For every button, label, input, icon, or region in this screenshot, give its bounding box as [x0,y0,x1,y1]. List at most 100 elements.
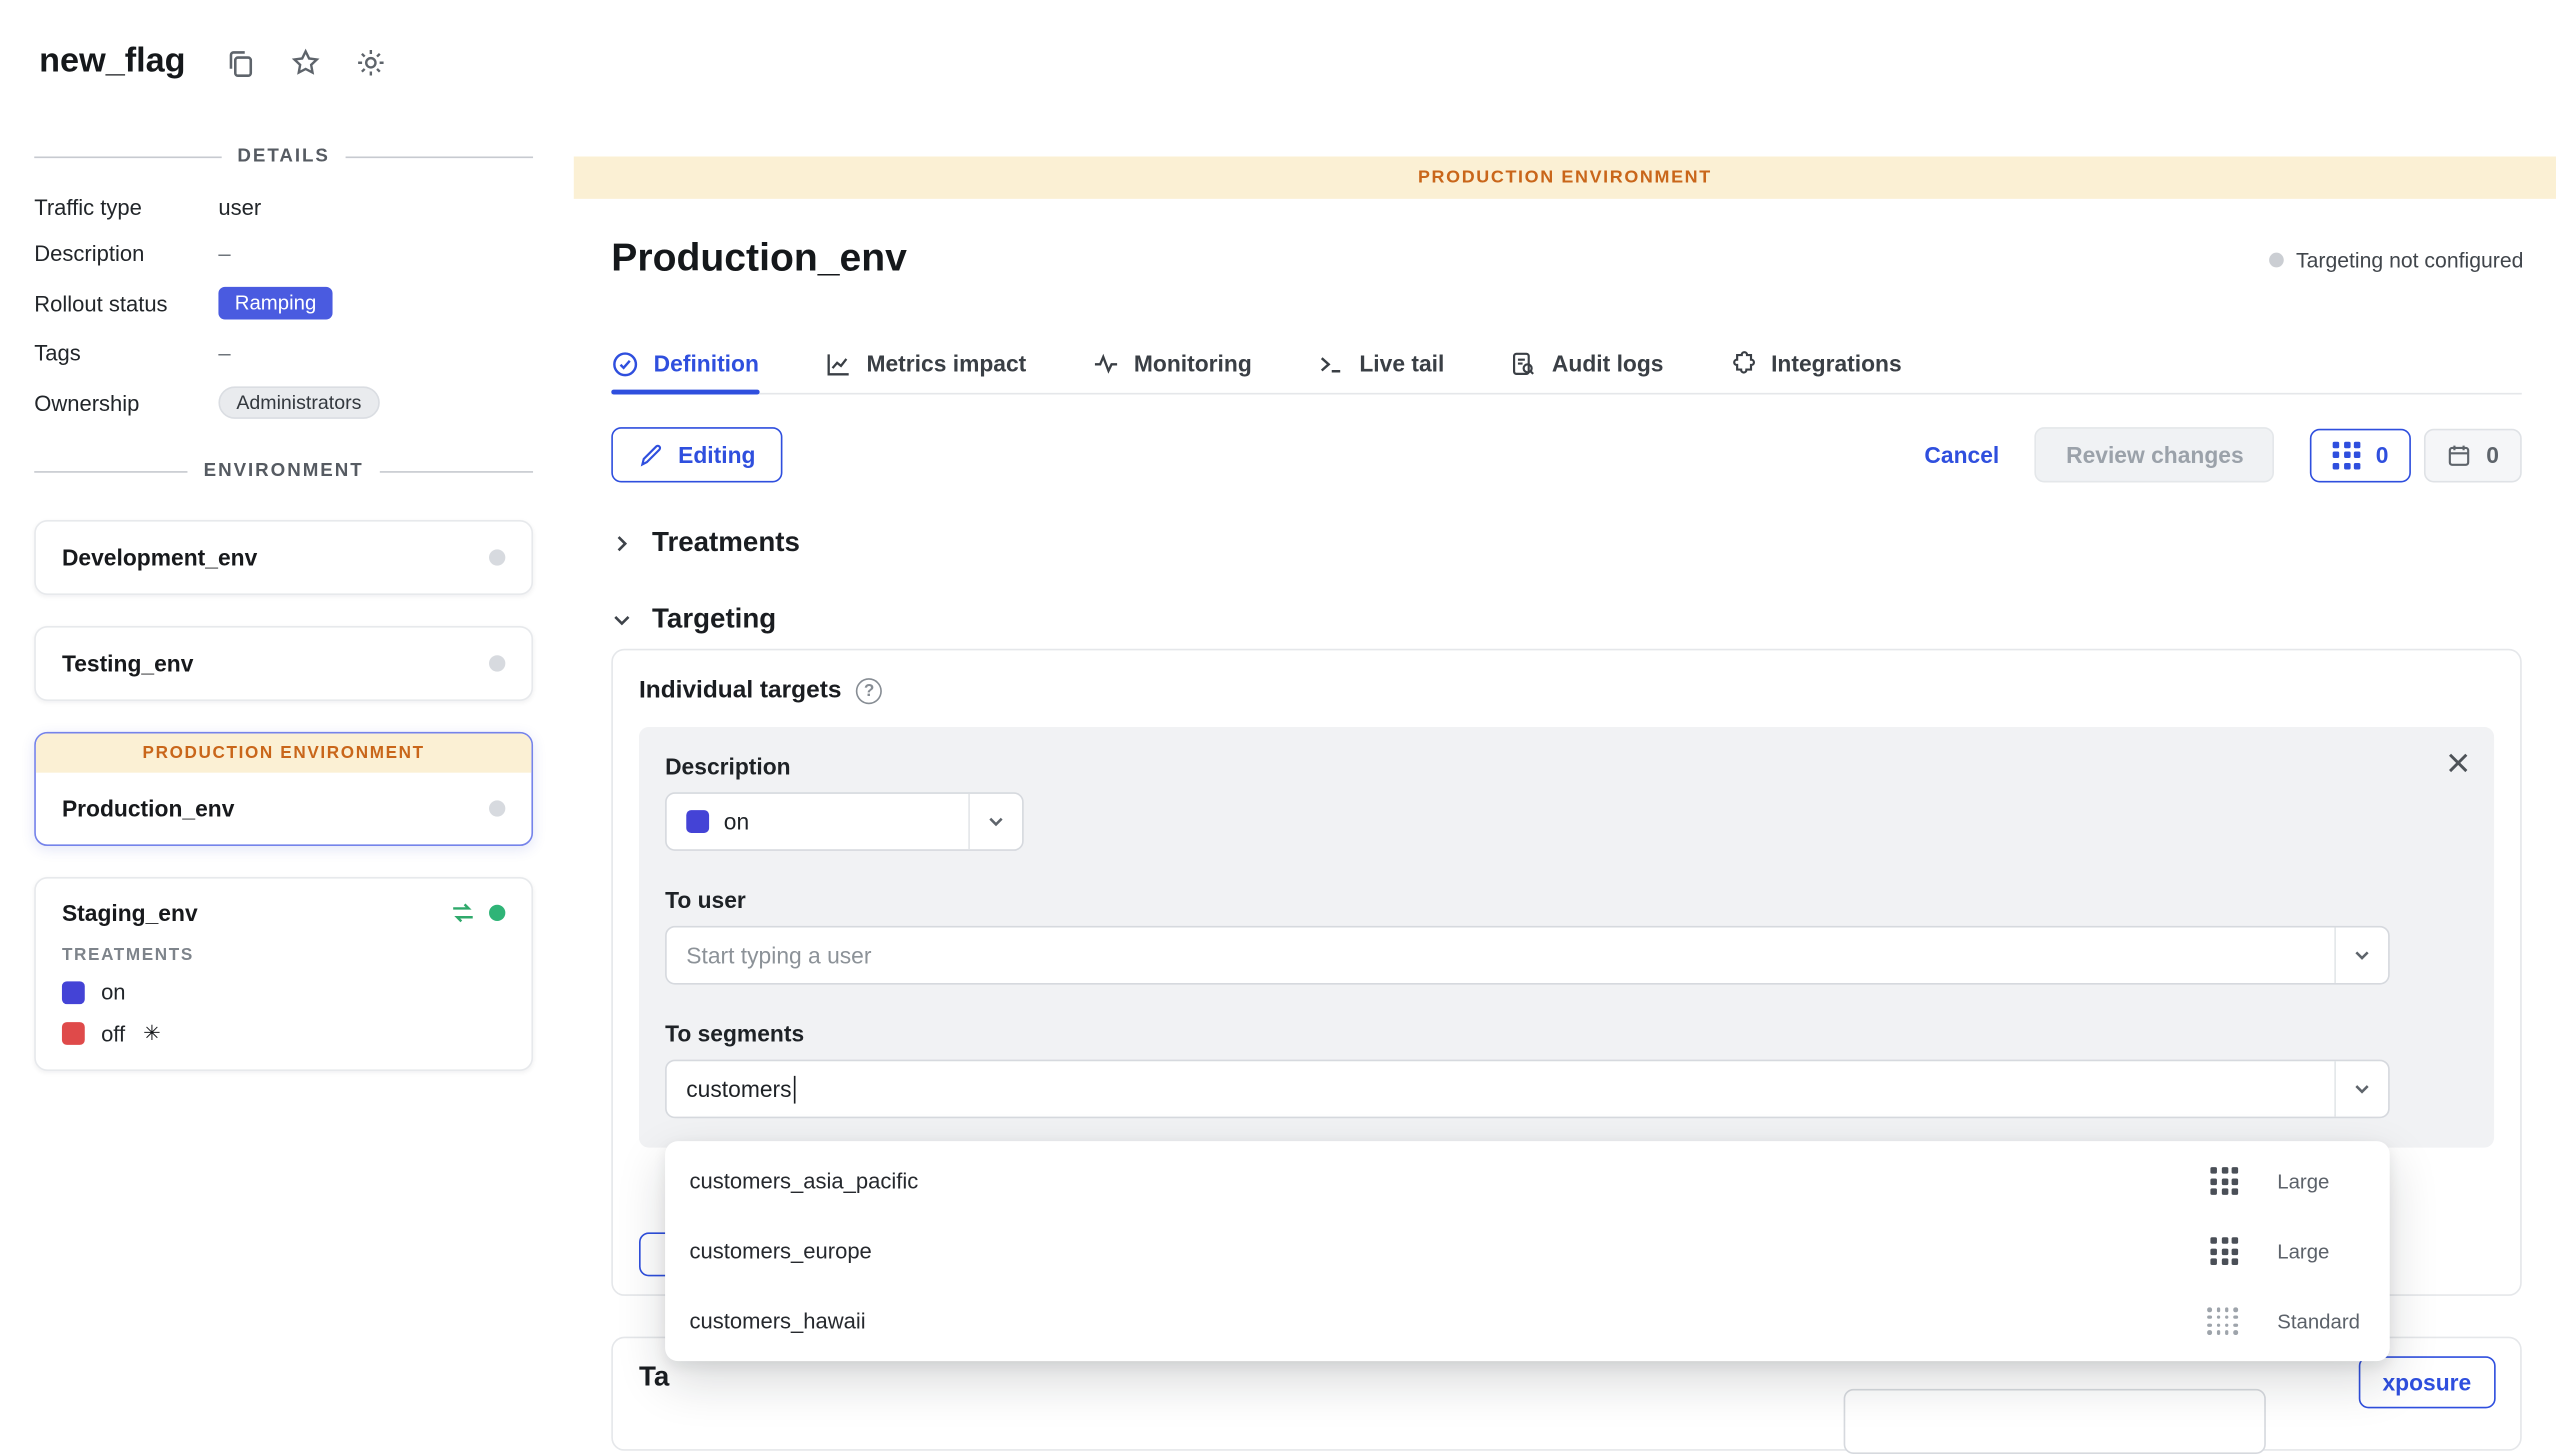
chevron-down-icon [985,810,1008,833]
tab-monitoring[interactable]: Monitoring [1092,334,1252,393]
env-card-production[interactable]: PRODUCTION ENVIRONMENT Production_env [34,732,533,846]
segment-size: Standard [2277,1310,2365,1333]
definition-icon [611,350,639,378]
star-icon[interactable] [290,46,321,77]
rollout-status-badge: Ramping [218,287,332,320]
details-grid: Traffic type user Description – Rollout … [34,196,533,419]
segment-size: Large [2277,1240,2365,1263]
env-card-staging[interactable]: Staging_env TREATMENTS on off ✳ [34,877,533,1071]
ownership-pill: Administrators [218,386,379,419]
to-segments-label: To segments [665,1020,2390,1046]
treatment-on-swatch [686,810,709,833]
segments-input[interactable]: customers [665,1060,2390,1119]
segment-standard-icon [2208,1307,2238,1335]
detail-value-description: – [218,241,533,265]
flag-header: new_flag [39,42,386,81]
metrics-icon [824,350,852,378]
segment-option-europe[interactable]: customers_europe Large [665,1216,2390,1286]
calendar-count-button[interactable]: 0 [2424,428,2521,482]
exposure-button-partial[interactable]: xposure [2358,1356,2496,1408]
tab-bar: Definition Metrics impact Monitoring Liv… [611,334,2521,394]
segment-size: Large [2277,1170,2365,1193]
segment-large-icon [2210,1167,2238,1195]
individual-targets-title: Individual targets [639,676,841,704]
edit-toolbar: Editing Cancel Review changes 0 0 [611,427,2521,482]
detail-label: Traffic type [34,196,218,220]
detail-value-traffic-type: user [218,196,533,220]
to-user-label: To user [665,887,2390,913]
review-changes-button[interactable]: Review changes [2035,427,2275,482]
layout-count-button[interactable]: 0 [2311,428,2412,482]
env-name: Testing_env [62,650,193,676]
chevron-down-icon [2351,1077,2374,1100]
env-name: Production_env [62,795,234,821]
tab-integrations[interactable]: Integrations [1729,334,1902,393]
close-icon[interactable] [2445,750,2471,776]
tab-definition[interactable]: Definition [611,334,759,393]
live-tail-icon [1317,350,1345,378]
target-rule-panel: Description on To user Start typing a us… [639,727,2494,1148]
partial-input-box[interactable] [1844,1389,2266,1454]
environment-heading: ENVIRONMENT [34,461,533,481]
detail-label: Description [34,241,218,265]
env-card-development[interactable]: Development_env [34,520,533,595]
killed-icon: ✳ [143,1020,161,1046]
treatments-section-toggle[interactable]: Treatments [611,527,800,560]
env-card-testing[interactable]: Testing_env [34,626,533,701]
production-env-banner: PRODUCTION ENVIRONMENT [36,734,532,773]
individual-targets-card: Individual targets ? Description on To u… [611,649,2521,1296]
segment-option-asia-pacific[interactable]: customers_asia_pacific Large [665,1146,2390,1216]
env-status-dot [489,655,505,671]
chevron-down-icon [2351,944,2374,967]
details-heading: DETAILS [34,147,533,167]
app-root: new_flag DETAILS Traffic type user Descr… [0,0,2556,1422]
treatment-select[interactable]: on [665,792,1024,851]
targeting-section-toggle[interactable]: Targeting [611,603,776,636]
text-cursor [793,1075,795,1103]
select-caret [968,794,1022,849]
detail-label: Rollout status [34,291,218,315]
environment-list: Development_env Testing_env PRODUCTION E… [34,520,533,1071]
user-input-caret[interactable] [2334,928,2388,983]
description-label: Description [665,753,2390,779]
tab-live-tail[interactable]: Live tail [1317,334,1444,393]
tab-metrics-impact[interactable]: Metrics impact [824,334,1026,393]
copy-icon[interactable] [225,46,256,77]
user-input[interactable]: Start typing a user [665,926,2390,985]
production-environment-banner: PRODUCTION ENVIRONMENT [574,156,2556,198]
detail-label: Ownership [34,390,218,414]
segment-option-hawaii[interactable]: customers_hawaii Standard [665,1286,2390,1356]
sidebar: DETAILS Traffic type user Description – … [34,147,533,1102]
lower-section-title-partial: Ta [639,1361,669,1392]
segments-input-caret[interactable] [2334,1061,2388,1116]
env-status-dot-active [489,905,505,921]
segment-large-icon [2210,1237,2238,1265]
treatment-off-swatch [62,1022,85,1045]
calendar-icon [2447,443,2471,467]
segments-input-value: customers [686,1076,791,1102]
chevron-down-icon [611,609,632,630]
chevron-right-icon [611,532,632,553]
treatment-on-swatch [62,981,85,1004]
env-name: Development_env [62,544,257,570]
editing-button[interactable]: Editing [611,427,783,482]
treatment-select-value: on [724,809,749,835]
tab-audit-logs[interactable]: Audit logs [1510,334,1664,393]
audit-logs-icon [1510,350,1538,378]
status-dot [2268,253,2283,268]
env-status-dot [489,549,505,565]
treatments-label: TREATMENTS [36,932,532,971]
integrations-icon [1729,350,1757,378]
treatment-on-row: on [36,972,532,1013]
cancel-link[interactable]: Cancel [1924,442,1999,468]
flag-title: new_flag [39,42,185,81]
gear-icon[interactable] [355,46,386,77]
detail-value-tags: – [218,341,533,365]
sync-icon [450,900,476,926]
user-input-placeholder: Start typing a user [686,942,871,968]
targeting-status: Targeting not configured [2268,248,2523,272]
pencil-icon [639,443,663,467]
main-content: PRODUCTION ENVIRONMENT Production_env Ta… [574,0,2556,1422]
help-icon[interactable]: ? [856,677,882,703]
page-title: Production_env [611,236,907,282]
